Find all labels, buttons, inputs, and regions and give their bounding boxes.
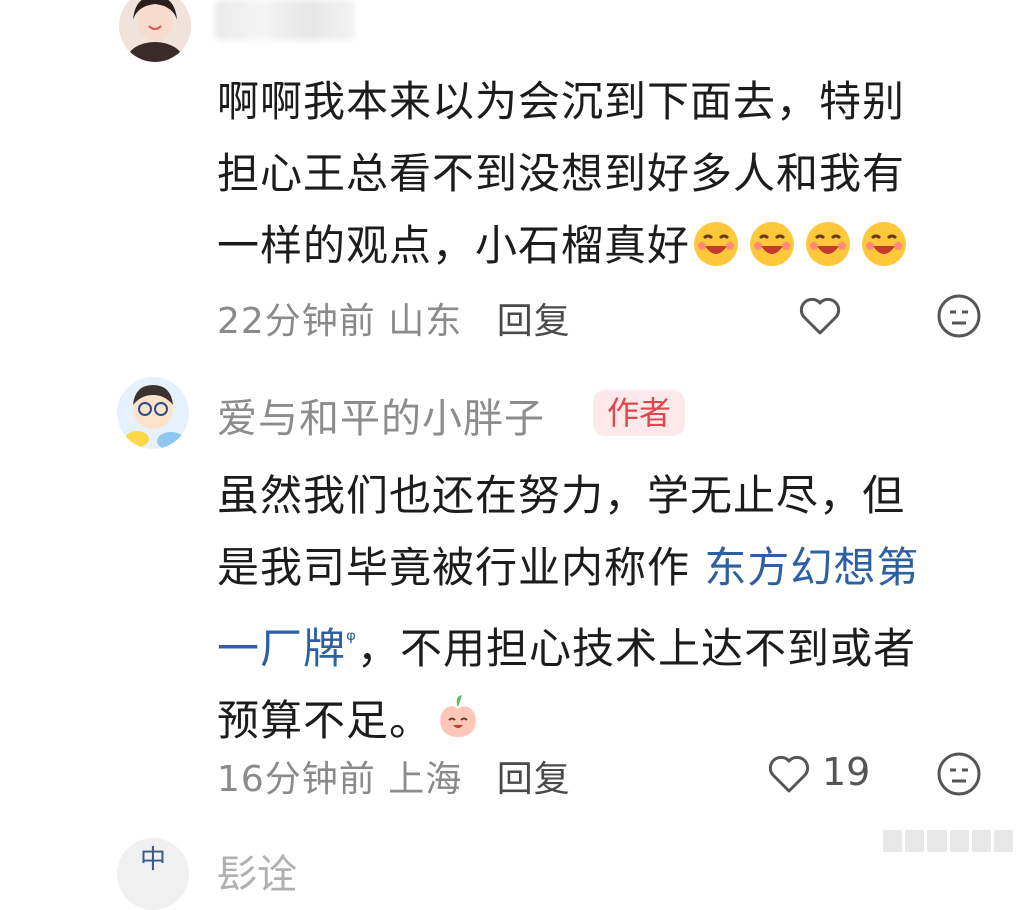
author-badge: 作者 <box>593 390 686 436</box>
laughing-emoji-icon <box>746 216 798 268</box>
reply-button[interactable]: 回复 <box>497 301 571 342</box>
timestamp: 16分钟前 <box>217 759 376 800</box>
comment-meta: 22分钟前 山东 回复 <box>217 292 571 344</box>
comment-meta: 16分钟前 上海 回复 <box>217 750 571 802</box>
peach-emoji-icon <box>432 691 484 743</box>
laughing-emoji-icon <box>858 216 910 268</box>
search-icon: ᵠ <box>346 626 357 654</box>
topic-link[interactable]: 东方幻想第 <box>704 543 919 592</box>
topic-link[interactable]: 一厂牌 <box>217 624 346 673</box>
reply-button[interactable]: 回复 <box>497 759 571 800</box>
blurred-username <box>215 0 355 40</box>
comment-text: 啊啊我本来以为会沉到下面去，特别 担心王总看不到没想到好多人和我有 一样的观点，… <box>217 66 977 282</box>
avatar[interactable] <box>119 0 191 62</box>
emoji-reaction-icon[interactable] <box>935 750 983 798</box>
heart-icon[interactable] <box>765 750 813 798</box>
svg-text:中: 中 <box>140 845 166 875</box>
username[interactable]: 髟诠 <box>217 842 297 900</box>
watermark <box>883 828 1014 854</box>
location: 上海 <box>388 759 463 800</box>
emoji-reaction-icon[interactable] <box>935 292 983 340</box>
laughing-emoji-icon <box>690 216 742 268</box>
avatar[interactable]: 中 <box>117 838 189 910</box>
timestamp: 22分钟前 <box>217 301 376 342</box>
username[interactable]: 爱与和平的小胖子 <box>217 386 545 444</box>
comment-text: 虽然我们也还在努力，学无止尽，但 是我司毕竟被行业内称作 东方幻想第 一厂牌ᵠ，… <box>217 471 920 745</box>
like-count: 19 <box>822 750 871 794</box>
location: 山东 <box>388 301 463 342</box>
avatar[interactable] <box>117 377 189 449</box>
laughing-emoji-icon <box>802 216 854 268</box>
heart-icon[interactable] <box>796 292 844 340</box>
